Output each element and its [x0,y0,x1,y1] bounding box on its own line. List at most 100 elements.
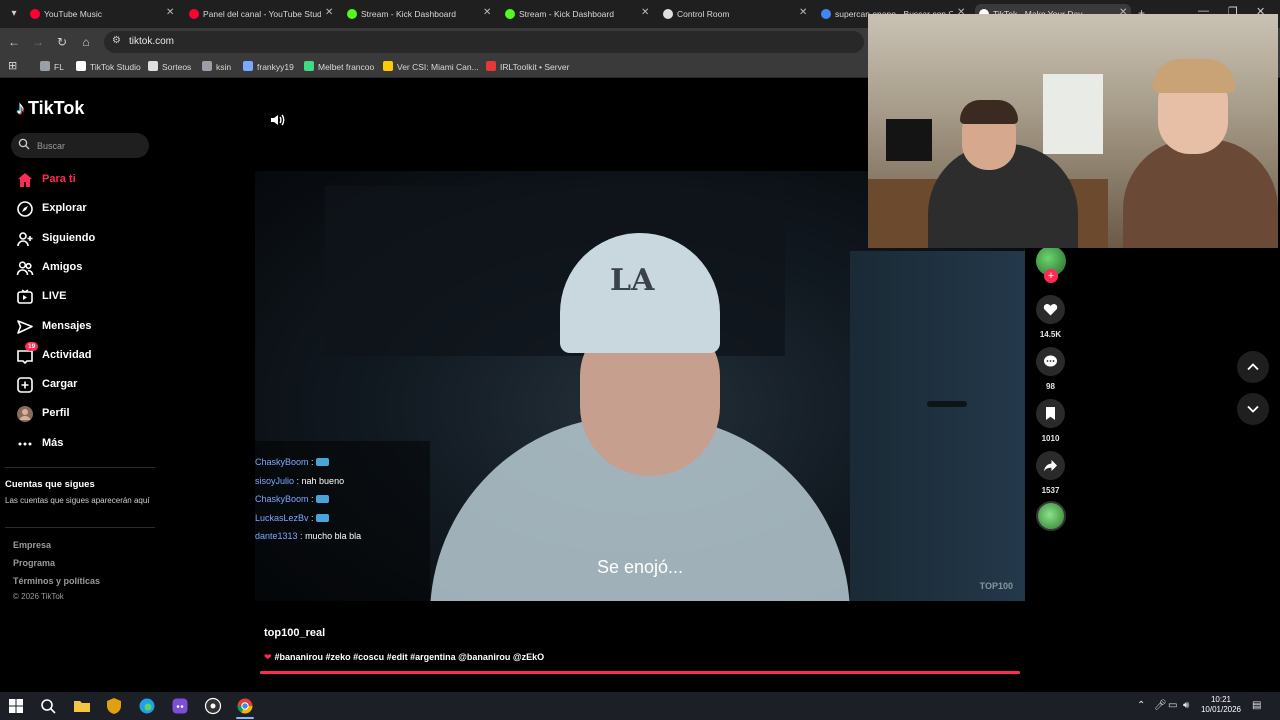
comment-button[interactable] [1036,347,1065,376]
bookmark-label: Sorteos [162,62,192,72]
browser-tab[interactable]: Stream - Kick Dashboard ✕ [343,4,495,24]
nav-label: LIVE [42,290,67,303]
chat-username: dante1313 [255,531,298,541]
chevron-up-icon [1247,363,1259,371]
tray-overflow-icon[interactable]: ⌃ [1137,700,1145,711]
bookmark-label: FL [54,62,64,72]
live-icon [17,289,33,304]
bookmark-item[interactable]: IRLToolkit • Server [486,61,569,72]
friends-icon [16,261,34,275]
search-box[interactable] [11,133,149,158]
tab-close-icon[interactable]: ✕ [641,7,651,18]
search-icon[interactable] [39,697,57,715]
back-icon[interactable]: ← [6,34,22,50]
chat-separator: : [308,512,317,523]
nav-item[interactable]: Cargar [14,374,154,396]
more-icon [18,442,32,446]
previous-video-button[interactable] [1237,351,1269,383]
browser-tab[interactable]: Stream - Kick Dashboard ✕ [501,4,653,24]
nav-label: Cargar [42,378,78,391]
bookmark-icon [202,61,212,71]
chat-message: LuckasLezBv : [255,512,330,523]
notifications-icon[interactable]: ▤ [1252,700,1261,711]
obs-icon[interactable] [204,697,222,715]
browser-tab[interactable]: Control Room ✕ [659,4,811,24]
microphone-icon[interactable]: 🎤︎ [1154,700,1167,711]
url-text[interactable]: tiktok.com [129,36,174,47]
bookmark-item[interactable]: TikTok Studio [76,61,141,72]
shield-app-icon[interactable] [105,697,123,715]
chat-message: ChaskyBoom : [255,494,330,504]
chrome-icon[interactable] [236,697,254,715]
bookmark-icon [76,61,86,71]
nav-item[interactable]: Siguiendo [14,228,154,250]
music-disc-icon[interactable] [1036,501,1066,531]
taskbar-clock[interactable]: 10:21 10/01/2026 [1196,695,1246,715]
volume-tray-icon[interactable]: 🔊︎ [1183,700,1189,711]
address-bar[interactable]: ⚙ tiktok.com [104,31,864,53]
forward-icon[interactable]: → [30,34,46,50]
nav-item[interactable]: Más [14,433,154,455]
chat-message: dante1313 : mucho bla bla [255,531,361,541]
clock-time: 10:21 [1210,695,1232,704]
footer-link-programa[interactable]: Programa [13,558,55,568]
chat-emote-icon [316,495,330,503]
windows-start-icon[interactable] [7,697,25,715]
tab-close-icon[interactable]: ✕ [325,7,335,18]
tab-close-icon[interactable]: ✕ [799,7,809,18]
video-door-handle [927,401,967,407]
bookmark-label: frankyy19 [257,62,294,72]
video-author[interactable]: top100_real [264,627,325,639]
bookmark-icon [243,61,253,71]
bookmark-item[interactable]: frankyy19 [243,61,294,72]
nav-label: Explorar [42,202,87,215]
follow-plus-icon[interactable]: + [1044,269,1058,283]
copyright: © 2026 TikTok [13,592,64,601]
nav-item[interactable]: Amigos [14,257,154,279]
discord-icon[interactable] [171,697,189,715]
tab-favicon-icon [30,9,40,19]
video-progress-bar[interactable] [260,671,1020,674]
reload-icon[interactable]: ↻ [54,34,70,50]
share-button[interactable] [1036,451,1065,480]
home-browser-icon[interactable]: ⌂ [78,34,94,50]
bookmark-label: IRLToolkit • Server [500,62,570,72]
next-video-button[interactable] [1237,393,1269,425]
like-button[interactable] [1036,295,1065,324]
nav-item[interactable]: 19 Actividad [14,341,154,367]
bookmark-label: Ver CSI: Miami Can... [397,62,479,72]
browser-tab[interactable]: YouTube Music ✕ [26,4,178,24]
file-explorer-icon[interactable] [73,697,91,715]
bookmark-item[interactable]: FL [40,61,64,72]
bookmark-item[interactable]: Melbet francoo [304,61,374,72]
bookmark-item[interactable]: Sorteos [148,61,191,72]
video-progress-fill [260,671,1020,674]
bookmark-item[interactable]: ksin [202,61,231,72]
nav-item[interactable]: Perfil [14,403,154,425]
save-button[interactable] [1036,399,1065,428]
tiktok-logo[interactable]: ♪ TikTok [16,98,84,119]
search-input[interactable] [37,138,142,153]
bookmark-item[interactable]: Ver CSI: Miami Can... [383,61,479,72]
nav-label: Mensajes [42,319,92,332]
tab-favicon-icon [189,9,199,19]
nav-item[interactable]: Para ti [14,169,154,191]
nav-item[interactable]: LIVE [14,286,154,308]
volume-icon[interactable] [268,111,286,129]
tab-close-icon[interactable]: ✕ [166,7,176,18]
browser-tab[interactable]: Panel del canal - YouTube Studio ✕ [185,4,337,24]
footer-link-terms[interactable]: Términos y políticas [13,576,100,586]
divider [5,527,155,528]
tab-close-icon[interactable]: ✕ [483,7,493,18]
tab-search-icon[interactable]: ▾ [6,6,22,22]
nav-label: Perfil [42,407,70,420]
nav-item[interactable]: Explorar [14,198,154,220]
edge-browser-icon[interactable] [138,697,156,715]
tab-favicon-icon [821,9,831,19]
bookmark-label: TikTok Studio [90,62,141,72]
nav-item[interactable]: Mensajes [14,316,154,338]
network-icon[interactable]: ▭ [1168,700,1177,711]
site-info-icon[interactable]: ⚙ [112,35,121,46]
apps-grid-icon[interactable]: ⊞ [8,59,17,72]
footer-link-empresa[interactable]: Empresa [13,540,51,550]
